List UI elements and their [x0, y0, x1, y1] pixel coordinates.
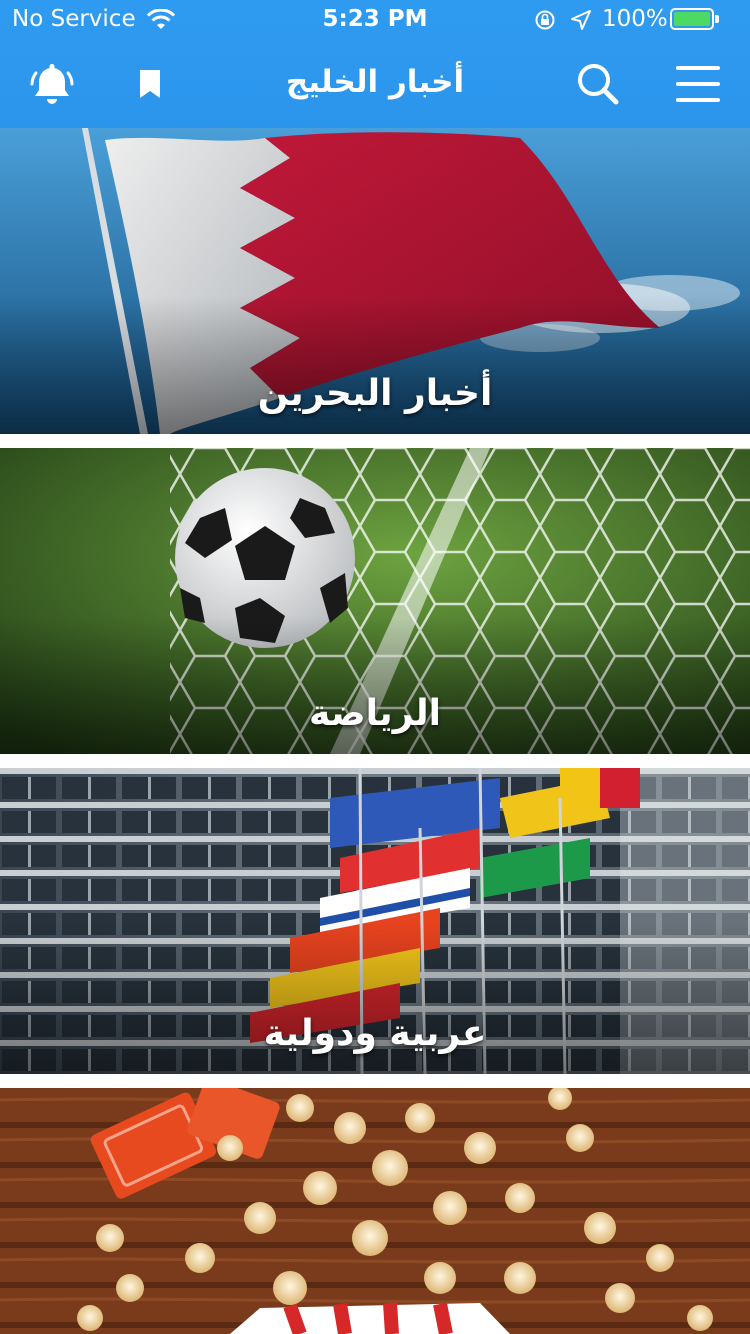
orientation-lock-icon	[534, 9, 556, 35]
category-card-entertainment[interactable]	[0, 1088, 750, 1334]
category-label: أخبار البحرين	[257, 373, 493, 414]
popcorn-image	[0, 1088, 750, 1334]
page-title: أخبار الخليج	[285, 64, 465, 100]
navigation-bar: أخبار الخليج	[0, 40, 750, 128]
category-label: الرياضة	[309, 693, 441, 734]
battery-percent: 100%	[602, 6, 668, 32]
battery-icon	[670, 8, 719, 30]
search-icon[interactable]	[570, 56, 626, 112]
status-bar: No Service 5:23 PM 100%	[0, 0, 750, 40]
category-label: عربية ودولية	[263, 1013, 487, 1054]
app-header: No Service 5:23 PM 100% أخبار الخليج	[0, 0, 750, 128]
menu-icon[interactable]	[670, 56, 726, 112]
category-card-sports[interactable]: الرياضة	[0, 448, 750, 754]
location-icon	[570, 9, 592, 35]
category-card-international[interactable]: عربية ودولية	[0, 768, 750, 1074]
category-card-bahrain[interactable]: أخبار البحرين	[0, 128, 750, 434]
